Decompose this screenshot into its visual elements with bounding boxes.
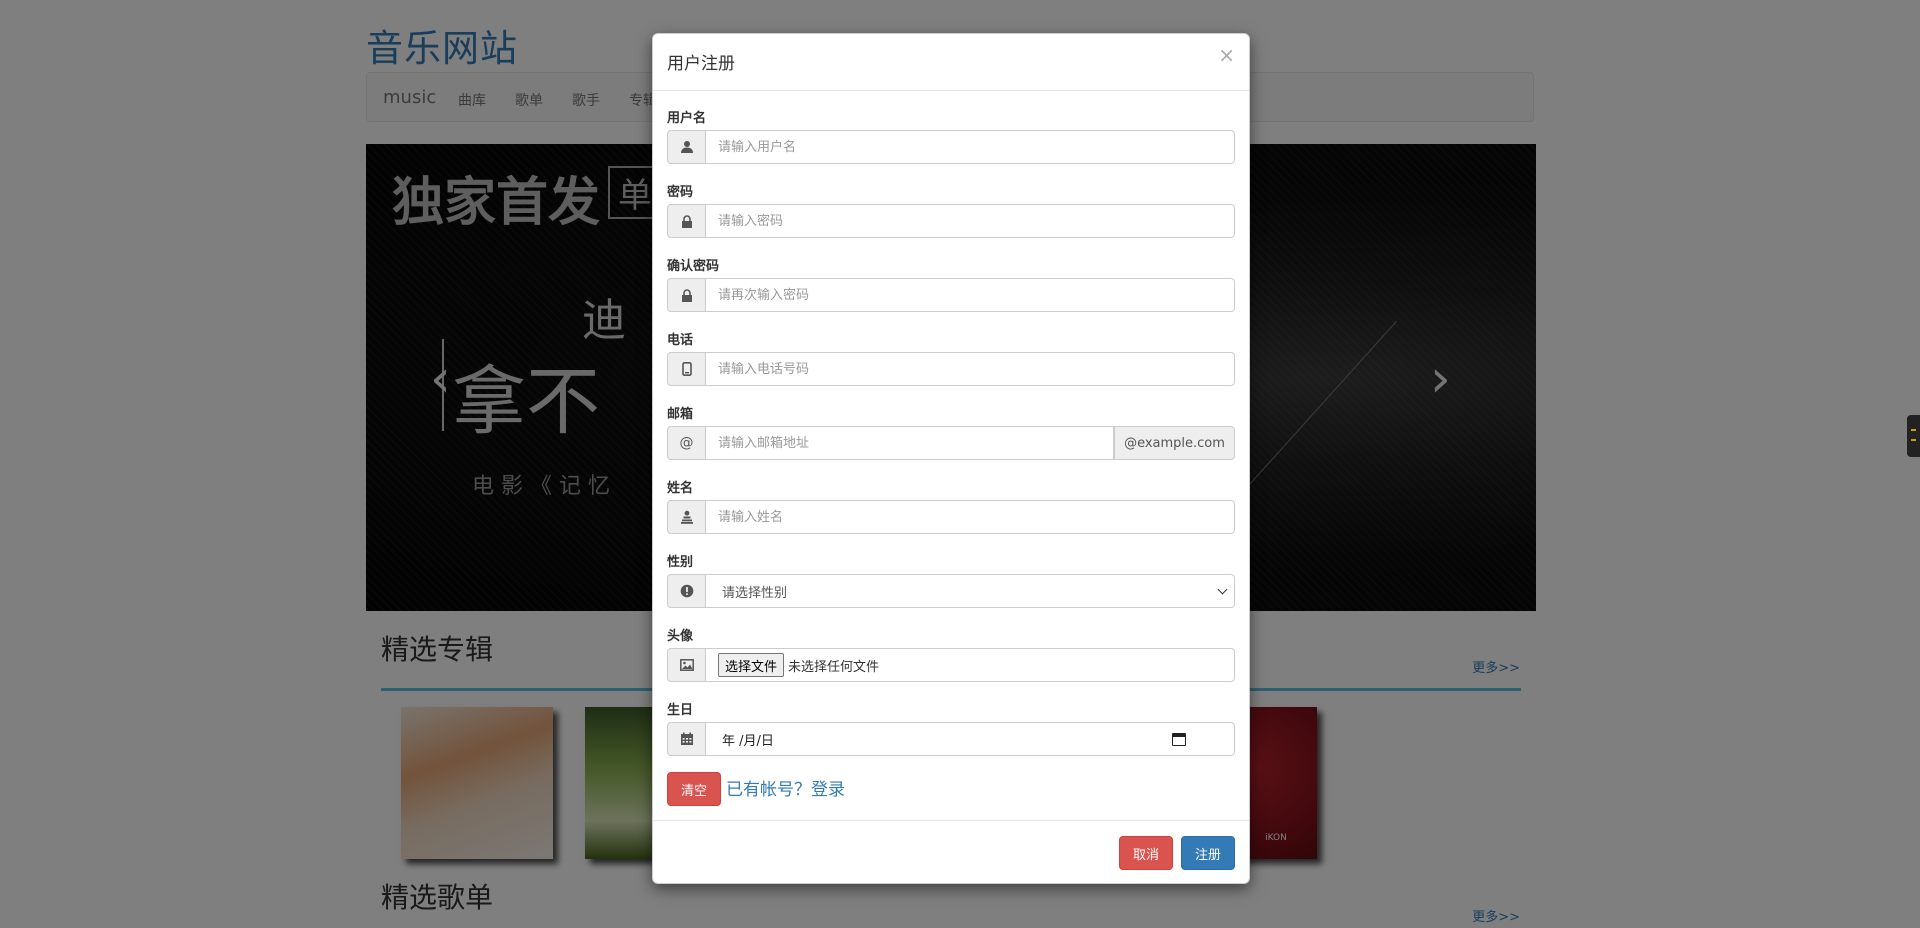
image-icon: [667, 648, 706, 682]
phone-input[interactable]: [706, 352, 1235, 386]
confirm-password-group: [667, 278, 1235, 312]
gender-label: 性别: [667, 555, 694, 570]
phone-icon: [667, 352, 706, 386]
date-value: 年 /月/日: [722, 733, 774, 749]
cancel-button[interactable]: 取消: [1119, 836, 1173, 870]
username-label: 用户名: [667, 111, 707, 126]
password-input[interactable]: [706, 204, 1235, 238]
email-group: @ @example.com: [667, 426, 1235, 460]
at-icon: @: [667, 426, 706, 460]
side-panel-handle[interactable]: [1907, 415, 1920, 457]
username-input[interactable]: [706, 130, 1235, 164]
birthday-date-input[interactable]: 年 /月/日: [706, 722, 1235, 756]
modal-title: 用户注册: [667, 54, 735, 74]
clear-button[interactable]: 清空: [667, 772, 721, 806]
avatar-label: 头像: [667, 629, 694, 644]
confirm-password-input[interactable]: [706, 278, 1235, 312]
chevron-down-icon: [1217, 584, 1228, 595]
gender-select[interactable]: 请选择性别: [706, 574, 1235, 608]
lock-icon: [667, 204, 706, 238]
avatar-file-input: 选择文件 未选择任何文件: [706, 648, 1235, 682]
modal-footer-divider: [653, 820, 1249, 821]
login-link[interactable]: 已有帐号？登录: [726, 775, 845, 800]
password-label: 密码: [667, 185, 694, 200]
email-input[interactable]: [706, 426, 1114, 460]
register-modal: 用户注册 × 用户名 密码 确认密码 电话 邮箱 @ @example: [652, 33, 1250, 884]
birthday-group: 年 /月/日: [667, 722, 1235, 756]
phone-group: [667, 352, 1235, 386]
name-input[interactable]: [706, 500, 1235, 534]
lock-icon: [667, 278, 706, 312]
avatar-group: 选择文件 未选择任何文件: [667, 648, 1235, 682]
register-button[interactable]: 注册: [1181, 836, 1235, 870]
handle-mark: [1911, 439, 1916, 441]
email-label: 邮箱: [667, 407, 694, 422]
close-icon[interactable]: ×: [1218, 45, 1235, 65]
birthday-label: 生日: [667, 703, 694, 718]
password-group: [667, 204, 1235, 238]
calendar-icon: [667, 722, 706, 756]
email-domain-suffix: @example.com: [1114, 426, 1235, 460]
confirm-password-label: 确认密码: [667, 259, 720, 274]
calendar-picker-icon[interactable]: [1172, 733, 1186, 746]
gender-group: 请选择性别: [667, 574, 1235, 608]
username-group: [667, 130, 1235, 164]
choose-file-button[interactable]: 选择文件: [718, 653, 785, 677]
handle-mark: [1911, 429, 1916, 431]
name-label: 姓名: [667, 481, 694, 496]
info-icon: [667, 574, 706, 608]
modal-header: 用户注册 ×: [653, 34, 1249, 91]
file-status-text: 未选择任何文件: [788, 659, 880, 675]
phone-label: 电话: [667, 333, 694, 348]
name-group: [667, 500, 1235, 534]
gender-selected-value: 请选择性别: [722, 585, 788, 601]
person-icon: [667, 500, 706, 534]
user-icon: [667, 130, 706, 164]
